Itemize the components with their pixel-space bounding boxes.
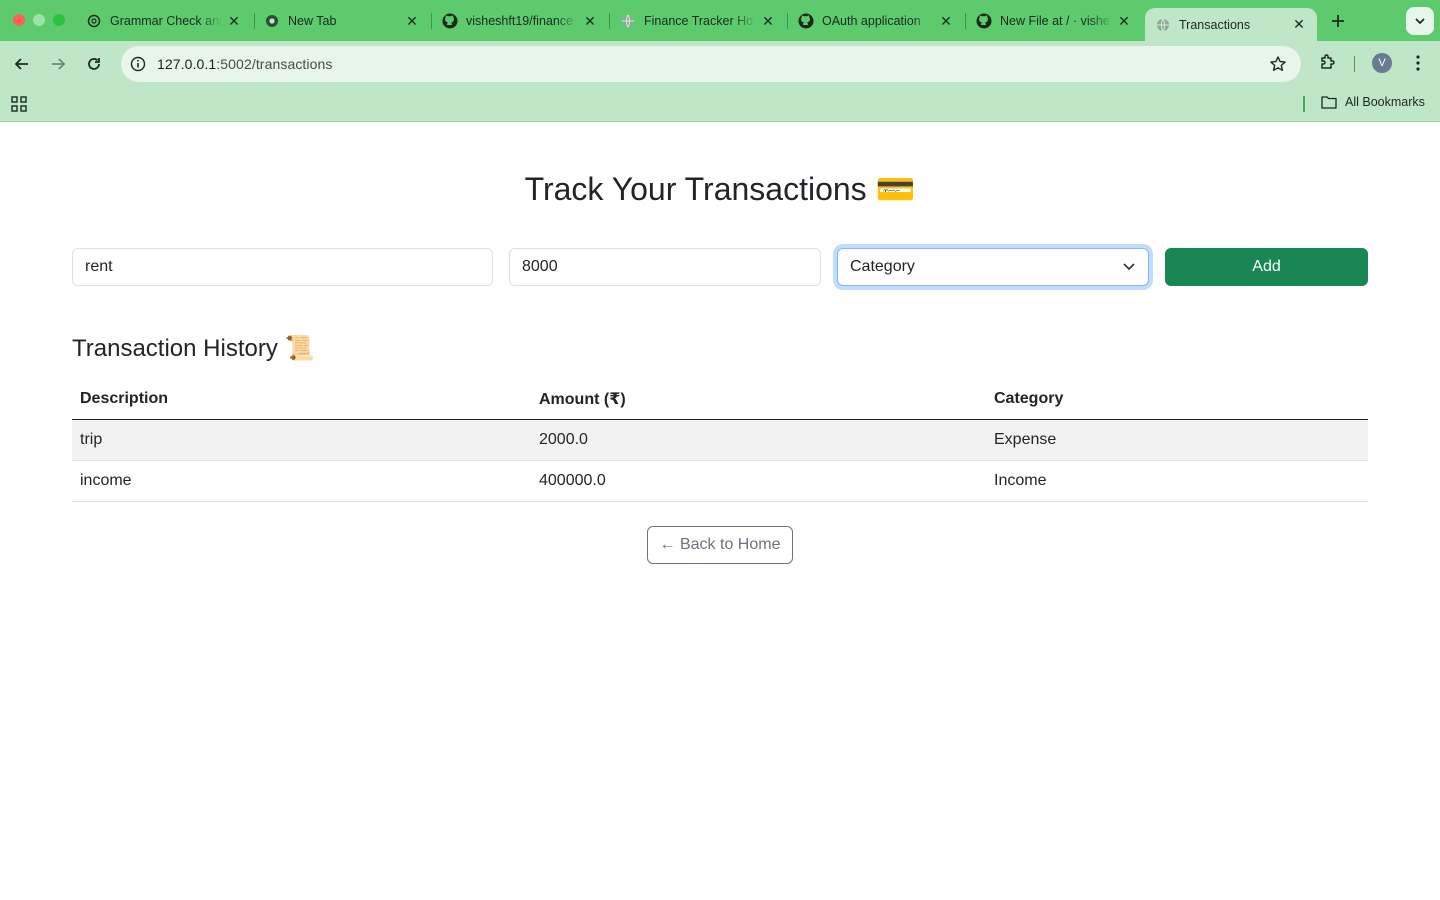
url-path: :5002/transactions — [216, 56, 333, 72]
close-tab-icon[interactable]: ✕ — [760, 13, 776, 29]
close-tab-icon[interactable]: ✕ — [938, 13, 954, 29]
close-tab-icon[interactable]: ✕ — [582, 13, 598, 29]
tab-title: visheshft19/finance — [466, 14, 574, 28]
profile-avatar[interactable]: V — [1372, 53, 1392, 73]
url-text: 127.0.0.1:5002/transactions — [157, 56, 333, 72]
cell-category: Income — [986, 460, 1368, 502]
page-title: Track Your Transactions 💳 — [524, 171, 916, 207]
tab-strip: Grammar Check and ✕ New Tab ✕ visheshft1… — [0, 0, 1440, 41]
tab-new-file[interactable]: New File at / · vishe ✕ — [966, 6, 1142, 36]
category-select[interactable]: Category — [837, 248, 1149, 286]
maximize-window-button[interactable] — [53, 14, 65, 26]
address-bar[interactable]: 127.0.0.1:5002/transactions — [121, 46, 1301, 82]
apps-grid-icon[interactable] — [11, 96, 27, 112]
reload-button[interactable] — [82, 52, 106, 76]
tab-github-finance[interactable]: visheshft19/finance ✕ — [432, 6, 608, 36]
close-tab-icon[interactable]: ✕ — [1116, 13, 1132, 29]
url-host: 127.0.0.1 — [157, 56, 217, 72]
bookmark-star-icon[interactable] — [1269, 55, 1287, 73]
header-category: Category — [986, 379, 1368, 420]
forward-button[interactable] — [46, 52, 70, 76]
tab-grammar-check[interactable]: Grammar Check and ✕ — [76, 6, 252, 36]
site-info-icon[interactable] — [129, 55, 147, 73]
transaction-history-title: Transaction History 📜 — [72, 335, 315, 362]
tab-title: New File at / · vishe — [1000, 14, 1110, 28]
page-content: Track Your Transactions 💳 rent 8000 Cate… — [0, 122, 1440, 900]
cell-amount: 400000.0 — [531, 460, 986, 502]
description-input[interactable]: rent — [72, 248, 493, 286]
toolbar-divider — [1354, 56, 1355, 72]
browser-toolbar: 127.0.0.1:5002/transactions — [0, 41, 1440, 87]
openai-icon — [86, 13, 102, 29]
table-row: income 400000.0 Income — [72, 460, 1368, 502]
close-tab-icon[interactable]: ✕ — [226, 13, 242, 29]
transactions-table: Description Amount (₹) Category trip 200… — [72, 379, 1368, 502]
chrome-icon — [264, 13, 280, 29]
new-tab-button[interactable] — [1326, 9, 1350, 33]
cell-description: income — [72, 460, 531, 502]
category-selected-value: Category — [850, 258, 915, 275]
chevron-down-icon — [1123, 263, 1135, 271]
reload-icon — [88, 58, 100, 70]
tab-title: Grammar Check and — [110, 14, 222, 28]
tab-title: Transactions — [1179, 17, 1251, 32]
all-bookmarks-button[interactable]: All Bookmarks — [1321, 95, 1425, 109]
bookmarks-divider — [1303, 96, 1305, 112]
amount-value: 8000 — [522, 258, 558, 275]
github-icon — [442, 13, 458, 29]
table-header-row: Description Amount (₹) Category — [72, 379, 1368, 420]
header-description: Description — [72, 379, 531, 420]
globe-icon — [620, 13, 636, 29]
tab-search-button[interactable] — [1406, 7, 1434, 35]
folder-icon — [1321, 96, 1337, 109]
table-row: trip 2000.0 Expense — [72, 419, 1368, 461]
back-to-home-button[interactable]: ← Back to Home — [647, 526, 793, 564]
cell-amount: 2000.0 — [531, 419, 986, 461]
tab-new-tab[interactable]: New Tab ✕ — [254, 6, 430, 36]
arrow-left-icon — [14, 58, 28, 70]
amount-input[interactable]: 8000 — [509, 248, 821, 286]
github-icon — [798, 13, 814, 29]
minimize-window-button[interactable] — [33, 14, 45, 26]
tab-title: Finance Tracker Ho — [644, 14, 754, 28]
globe-icon — [1155, 17, 1171, 33]
all-bookmarks-label: All Bookmarks — [1345, 95, 1425, 109]
arrow-right-icon — [52, 58, 66, 70]
bookmarks-bar: All Bookmarks — [0, 87, 1440, 122]
github-icon — [976, 13, 992, 29]
back-button[interactable] — [10, 52, 34, 76]
tab-title: New Tab — [288, 14, 337, 28]
header-amount: Amount (₹) — [531, 379, 986, 420]
chevron-down-icon — [1415, 18, 1425, 25]
tab-transactions[interactable]: Transactions ✕ — [1145, 8, 1317, 41]
extensions-icon[interactable] — [1318, 52, 1338, 77]
plus-icon — [1332, 15, 1344, 27]
cell-category: Expense — [986, 419, 1368, 461]
tab-oauth-application[interactable]: OAuth application ✕ — [788, 6, 964, 36]
tab-finance-tracker[interactable]: Finance Tracker Ho ✕ — [610, 6, 786, 36]
description-value: rent — [85, 258, 113, 275]
close-tab-icon[interactable]: ✕ — [404, 13, 420, 29]
more-menu-icon[interactable] — [1408, 53, 1428, 73]
close-window-button[interactable] — [13, 14, 25, 26]
close-tab-icon[interactable]: ✕ — [1291, 16, 1307, 33]
add-button[interactable]: Add — [1165, 248, 1368, 286]
cell-description: trip — [72, 419, 531, 461]
tab-title: OAuth application — [822, 14, 921, 28]
